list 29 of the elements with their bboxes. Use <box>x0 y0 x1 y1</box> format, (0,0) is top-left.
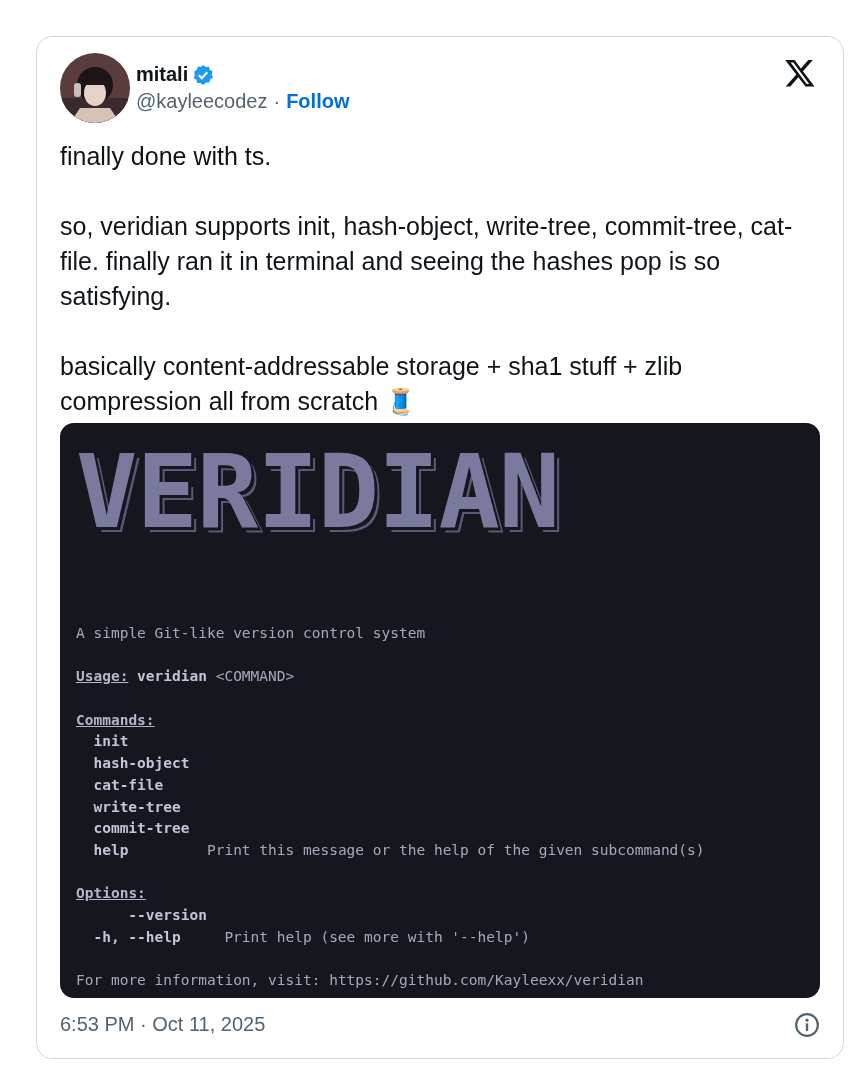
terminal-command: -h, <box>93 928 120 945</box>
terminal-command: --version <box>128 907 207 924</box>
terminal-text: Print this message or the help of the given subcommand(s) <box>206 841 705 860</box>
tweet-text: finally done with ts. <box>60 141 273 172</box>
x-logo-icon[interactable] <box>784 57 816 89</box>
timestamp: 6:53 PM · Oct 11, 2025 <box>60 1013 266 1037</box>
terminal-command: hash-object <box>93 754 191 774</box>
terminal-heading: Options: <box>76 885 146 902</box>
author-handle: @kayleecodez <box>136 90 268 113</box>
info-icon[interactable] <box>794 1011 820 1038</box>
terminal-text: <COMMAND> <box>215 668 295 685</box>
terminal-command: --help <box>128 928 181 945</box>
terminal-command: init <box>93 732 130 752</box>
terminal-text: A simple Git-like version control system <box>76 625 426 641</box>
terminal-command: help <box>93 841 130 860</box>
terminal-heading: Commands: <box>76 711 155 728</box>
terminal-text: For more information, visit: <box>76 972 321 989</box>
follow-link[interactable]: Follow <box>286 90 350 113</box>
separator-dot: · <box>273 90 281 113</box>
terminal-command: cat-file <box>93 775 165 795</box>
tweet-text: so, veridian supports init, hash-object, write-tree, commit-tree, cat-file. finally ran it in terminal and seeing the hashes pop is so satisfying. <box>60 211 794 312</box>
terminal-command: write-tree <box>93 797 182 817</box>
terminal-text: Print help (see more with '--help') <box>224 927 530 947</box>
tweet-text: basically content-addressable storage + sha1 stuff + zlib compression all from scratch 🧵 <box>60 351 684 418</box>
author-name: mitali <box>136 63 189 86</box>
banner-title: VERIDIAN <box>76 431 560 553</box>
terminal-heading: Usage: <box>76 668 129 685</box>
terminal-command: veridian <box>137 668 207 685</box>
terminal-command: commit-tree <box>93 819 191 839</box>
